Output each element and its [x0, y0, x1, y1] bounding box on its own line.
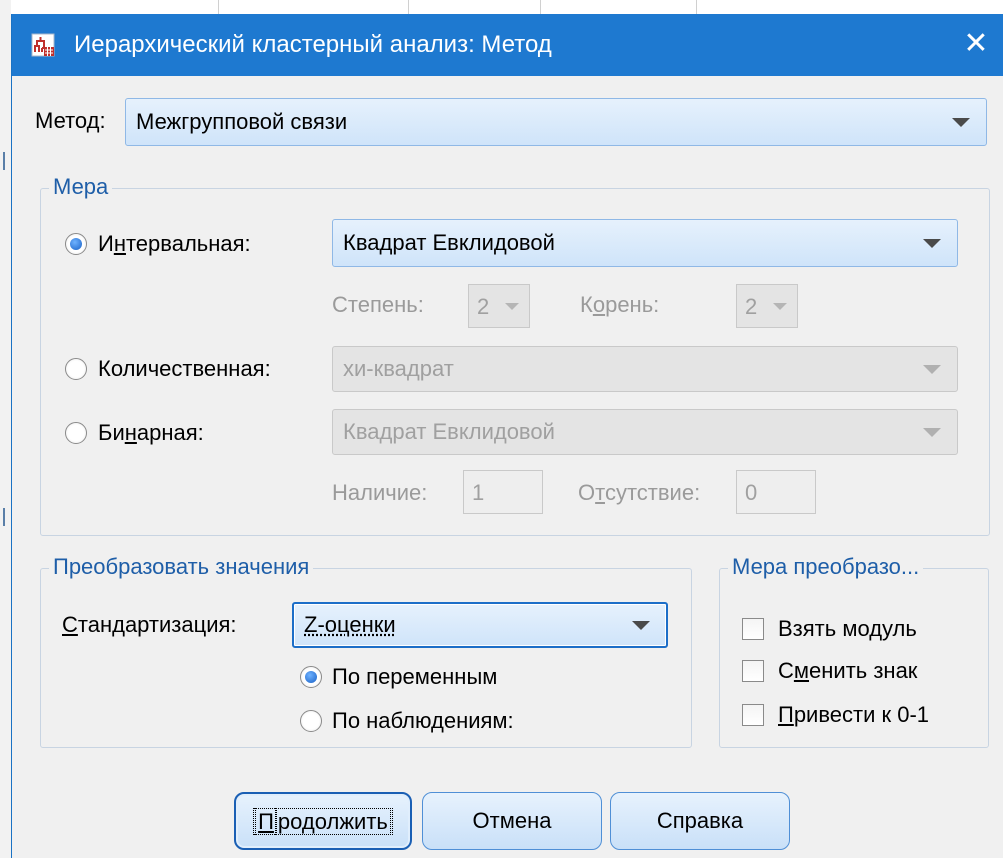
counts-measure-select[interactable]: хи-квадрат	[332, 346, 958, 392]
background-window-strip	[0, 0, 1003, 14]
background-divider	[696, 0, 697, 14]
method-dialog: Иерархический кластерный анализ: Метод ✕…	[11, 14, 1003, 858]
interval-measure-select[interactable]: Квадрат Евклидовой	[332, 219, 958, 267]
absent-input[interactable]: 0	[736, 470, 816, 514]
by-case-label: По наблюдениям:	[332, 708, 514, 734]
by-variable-label: По переменным	[332, 664, 497, 690]
present-input[interactable]: 1	[463, 470, 543, 514]
change-sign-label: Сменить знак	[778, 658, 917, 684]
binary-radio[interactable]	[65, 422, 87, 444]
root-select[interactable]: 2	[736, 284, 798, 328]
dendrogram-app-icon	[30, 32, 56, 58]
by-variable-radio[interactable]	[300, 666, 322, 688]
chevron-down-icon	[773, 303, 787, 310]
power-label: Степень:	[332, 292, 424, 318]
continue-button-label: Продолжить	[254, 809, 392, 834]
binary-label: Бинарная:	[98, 420, 204, 446]
binary-measure-value: Квадрат Евклидовой	[343, 419, 555, 445]
binary-measure-select[interactable]: Квадрат Евклидовой	[332, 409, 958, 455]
background-marker	[3, 508, 5, 526]
counts-radio[interactable]	[65, 358, 87, 380]
transform-values-group-title: Преобразовать значения	[49, 554, 313, 580]
change-sign-checkbox[interactable]	[742, 660, 764, 682]
continue-button[interactable]: Продолжить	[234, 792, 412, 850]
present-label: Наличие:	[332, 480, 427, 506]
chevron-down-icon	[923, 428, 941, 437]
interval-radio[interactable]	[65, 233, 87, 255]
power-select[interactable]: 2	[468, 284, 530, 328]
rescale-checkbox[interactable]	[742, 704, 764, 726]
method-label: Метод:	[35, 108, 106, 134]
title-bar[interactable]: Иерархический кластерный анализ: Метод ✕	[12, 14, 1003, 76]
cancel-button[interactable]: Отмена	[422, 792, 602, 850]
standardize-value: Z-оценки	[304, 612, 396, 638]
absent-label: Отсутствие:	[578, 480, 700, 506]
chevron-down-icon	[952, 118, 970, 127]
chevron-down-icon	[923, 239, 941, 248]
interval-label: Интервальная:	[98, 231, 251, 257]
background-window-edge	[0, 0, 11, 858]
background-divider	[218, 0, 219, 14]
rescale-label: Привести к 0-1	[778, 702, 929, 728]
counts-measure-value: хи-квадрат	[343, 356, 454, 382]
chevron-down-icon	[923, 365, 941, 374]
by-case-radio[interactable]	[300, 710, 322, 732]
background-divider	[408, 0, 409, 14]
background-divider	[540, 0, 541, 14]
measure-group-title: Мера	[49, 174, 112, 200]
root-label: Корень:	[580, 292, 659, 318]
absolute-checkbox[interactable]	[742, 618, 764, 640]
close-button[interactable]: ✕	[960, 28, 992, 60]
root-value: 2	[745, 294, 757, 320]
interval-measure-value: Квадрат Евклидовой	[343, 230, 555, 256]
present-value: 1	[472, 480, 484, 506]
method-select-value: Межгрупповой связи	[136, 109, 347, 135]
background-marker	[3, 152, 5, 170]
absolute-label: Взять модуль	[778, 616, 917, 642]
chevron-down-icon	[505, 303, 519, 310]
standardize-label: Стандартизация:	[62, 612, 237, 638]
standardize-select[interactable]: Z-оценки	[292, 602, 668, 648]
help-button[interactable]: Справка	[610, 792, 790, 850]
power-value: 2	[477, 294, 489, 320]
chevron-down-icon	[632, 621, 650, 630]
absent-value: 0	[745, 480, 757, 506]
transform-measures-group-title: Мера преобразо...	[728, 554, 923, 580]
method-select[interactable]: Межгрупповой связи	[125, 98, 987, 146]
window-title: Иерархический кластерный анализ: Метод	[74, 31, 552, 59]
counts-label: Количественная:	[98, 356, 271, 382]
